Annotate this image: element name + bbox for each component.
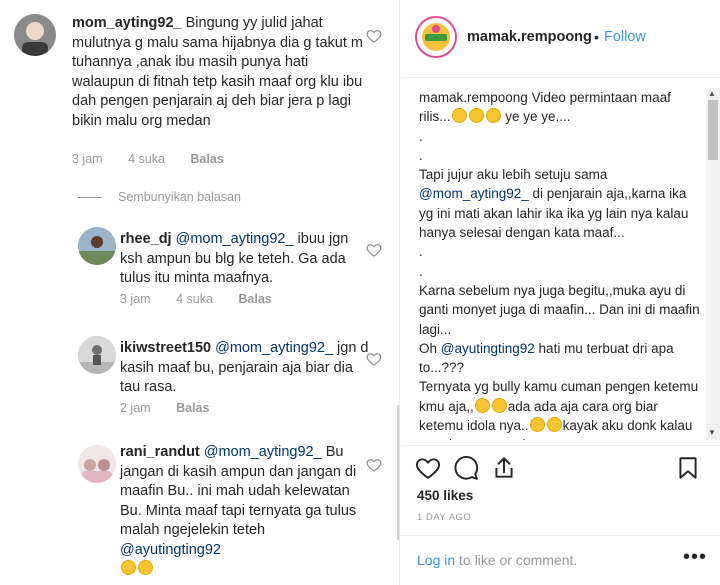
heart-icon[interactable]	[366, 457, 382, 473]
comment-likes[interactable]: 4 suka	[128, 152, 165, 166]
caption-text: ye ye ye....	[501, 109, 571, 125]
mention-link[interactable]: @mom_ayting92_	[204, 444, 322, 460]
caption-text: Tapi jujur aku lebih setuju sama	[419, 167, 612, 183]
caption-username[interactable]: mamak.rempoong	[419, 90, 528, 105]
reply: rani_randut @mom_ayting92_ Bu jangan di …	[0, 440, 395, 585]
post-username[interactable]: mamak.rempoong	[467, 29, 592, 45]
reply-username[interactable]: ikiwstreet150	[120, 340, 211, 356]
scroll-up-icon[interactable]: ▲	[708, 89, 716, 98]
comment-time[interactable]: 3 jam	[72, 152, 103, 166]
emoji-icon	[451, 108, 467, 124]
caption-line: mamak.rempoong Video permintaan maaf ril…	[419, 88, 704, 127]
emoji-icon	[138, 560, 153, 575]
caption-dot: .	[419, 147, 423, 163]
reply: rhee_dj @mom_ayting92_ ibuu jgn ksh ampu…	[0, 222, 395, 317]
comment-meta: 3 jam 4 suka Balas	[72, 152, 246, 166]
profile-avatar[interactable]	[415, 16, 457, 58]
comment: mom_ayting92_ Bingung yy julid jahat mul…	[0, 0, 395, 180]
likes-count[interactable]: 450 likes	[417, 488, 473, 503]
emoji-icon	[529, 417, 545, 433]
caption-line: Ternyata yg bully kamu cuman pengen kete…	[419, 377, 704, 440]
caption-dot: .	[419, 128, 423, 144]
reply-likes[interactable]: 4 suka	[176, 292, 213, 306]
comment-icon[interactable]	[453, 455, 479, 481]
reply-text: rani_randut @mom_ayting92_ Bu jangan di …	[120, 443, 370, 580]
mention-link[interactable]: @mom_ayting92_	[176, 231, 294, 247]
reply-username[interactable]: rani_randut	[120, 444, 200, 460]
emoji-icon	[491, 397, 507, 413]
heart-icon[interactable]	[366, 242, 382, 258]
hide-replies-label: Sembunyikan balasan	[118, 190, 241, 204]
comment-body: Bingung yy julid jahat mulutnya g malu s…	[72, 15, 363, 129]
hide-replies-button[interactable]: Sembunyikan balasan	[78, 190, 241, 204]
caption-text: Oh	[419, 340, 441, 356]
post-date[interactable]: 1 DAY AGO	[417, 512, 471, 523]
caption-line: Karna sebelum nya juga begitu,,muka ayu …	[419, 282, 704, 337]
caption-dot: .	[419, 263, 423, 279]
emoji-icon	[485, 108, 501, 124]
avatar[interactable]	[78, 336, 116, 374]
separator-dot: •	[594, 29, 599, 45]
reply-button[interactable]: Balas	[190, 152, 223, 166]
reply-time[interactable]: 2 jam	[120, 401, 151, 415]
caption-dot: .	[419, 244, 423, 260]
emoji-icon	[474, 397, 490, 413]
emoji-icon	[546, 417, 562, 433]
comments-panel: mom_ayting92_ Bingung yy julid jahat mul…	[0, 0, 400, 585]
comment-text: mom_ayting92_ Bingung yy julid jahat mul…	[72, 14, 372, 131]
more-options-icon[interactable]: •••	[683, 546, 707, 569]
reply-meta: 3 jam 4 suka Balas	[120, 292, 294, 306]
mention-link[interactable]: @mom_ayting92_	[215, 340, 333, 356]
mention-link[interactable]: @mom_ayting92_	[419, 186, 529, 201]
avatar[interactable]	[78, 227, 116, 265]
mention-link[interactable]: @ayutingting92	[120, 542, 221, 558]
post-actions	[401, 445, 720, 485]
reply: ikiwstreet150 @mom_ayting92_ jgn d kasih…	[0, 331, 395, 426]
avatar[interactable]	[14, 14, 56, 56]
login-prompt: Log in to like or comment.	[417, 552, 577, 568]
caption-line: Tapi jujur aku lebih setuju sama @mom_ay…	[419, 165, 704, 242]
heart-icon[interactable]	[366, 28, 382, 44]
heart-icon[interactable]	[415, 455, 441, 481]
post-caption: mamak.rempoong Video permintaan maaf ril…	[419, 88, 704, 440]
login-link[interactable]: Log in	[417, 552, 455, 568]
heart-icon[interactable]	[366, 351, 382, 367]
share-icon[interactable]	[491, 455, 517, 481]
caption-scrollbar-thumb[interactable]	[708, 100, 718, 160]
comment-username[interactable]: mom_ayting92_	[72, 15, 182, 31]
emoji-icon	[121, 560, 136, 575]
reply-button[interactable]: Balas	[176, 401, 209, 415]
login-bar: Log in to like or comment. •••	[401, 535, 720, 585]
follow-button[interactable]: Follow	[604, 29, 646, 45]
post-panel: mamak.rempoong • Follow mamak.rempoong V…	[401, 0, 720, 585]
post-header: mamak.rempoong • Follow	[401, 0, 720, 78]
scroll-down-icon[interactable]: ▼	[708, 428, 716, 437]
reply-text: rhee_dj @mom_ayting92_ ibuu jgn ksh ampu…	[120, 230, 370, 289]
reply-button[interactable]: Balas	[238, 292, 271, 306]
reply-time[interactable]: 3 jam	[120, 292, 151, 306]
reply-text: ikiwstreet150 @mom_ayting92_ jgn d kasih…	[120, 339, 370, 398]
login-prompt-text: to like or comment.	[455, 552, 578, 568]
divider	[78, 196, 102, 198]
reply-meta: 2 jam Balas	[120, 401, 231, 415]
caption-line: Oh @ayutingting92 hati mu terbuat dri ap…	[419, 339, 704, 378]
reply-username[interactable]: rhee_dj	[120, 231, 172, 247]
bookmark-icon[interactable]	[675, 455, 701, 481]
comments-scrollbar[interactable]	[397, 405, 399, 540]
mention-link[interactable]: @ayutingting92	[441, 341, 535, 356]
avatar[interactable]	[78, 445, 116, 483]
emoji-icon	[468, 108, 484, 124]
